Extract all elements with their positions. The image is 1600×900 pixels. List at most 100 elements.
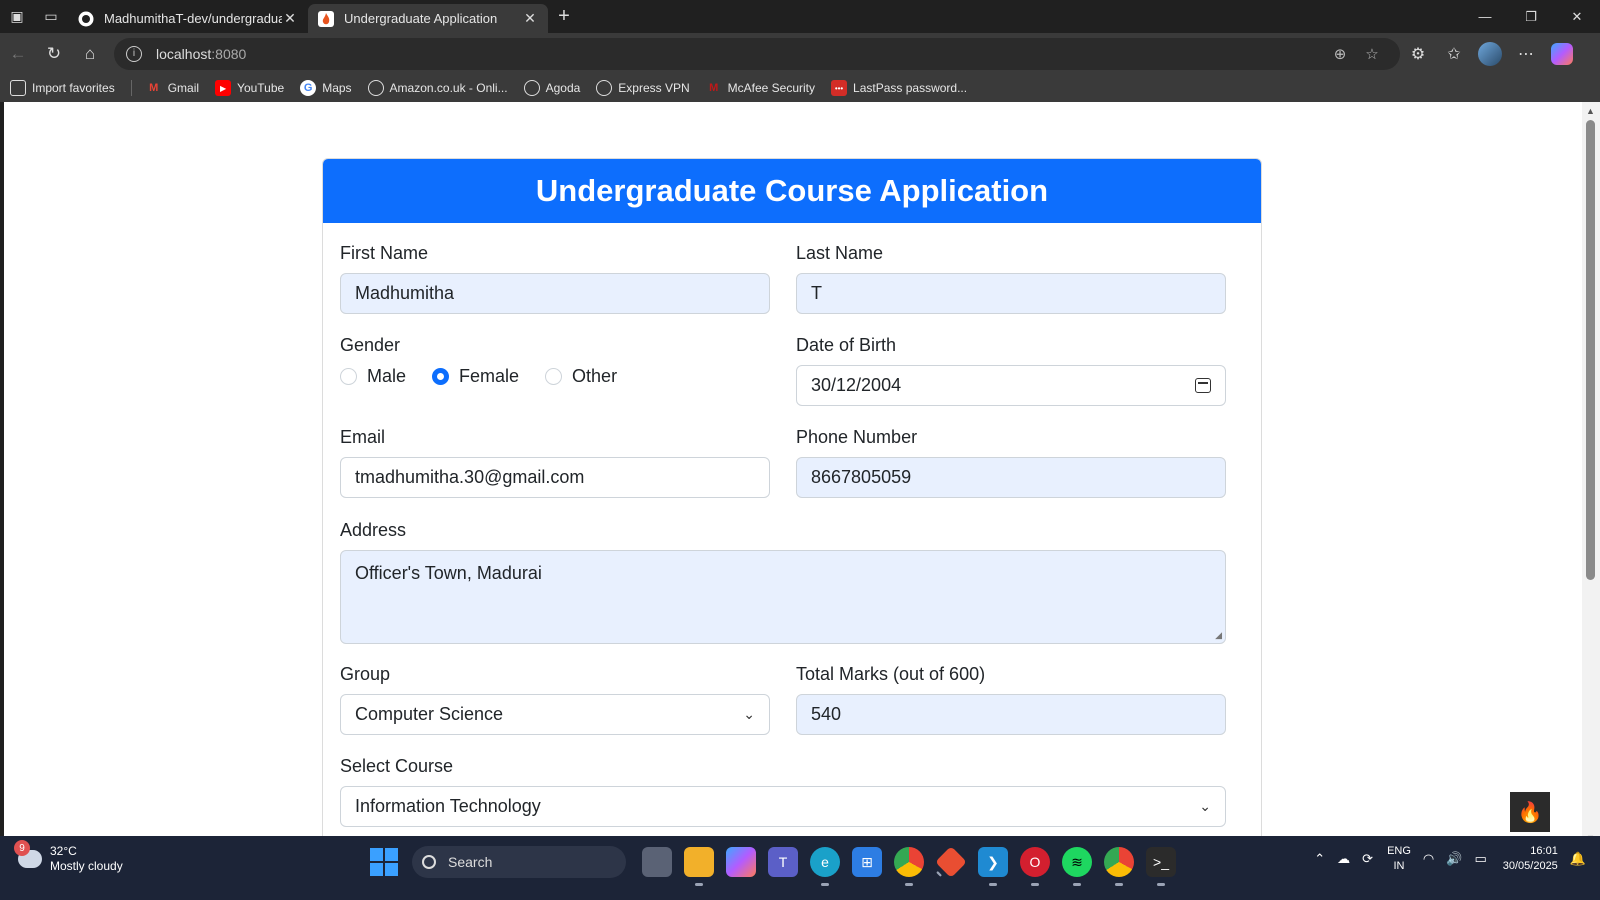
tab-github[interactable]: MadhumithaT-dev/undergraduat ✕ [68, 4, 308, 33]
battery-icon[interactable]: ▭ [1474, 851, 1486, 867]
file-explorer-icon[interactable] [684, 847, 714, 886]
dob-input[interactable]: 30/12/2004 [796, 365, 1226, 406]
address-label: Address [340, 520, 407, 540]
scroll-up-icon[interactable]: ▲ [1586, 106, 1595, 116]
onedrive-icon[interactable]: ☁ [1337, 851, 1350, 867]
globe-icon [367, 80, 384, 96]
extensions-icon[interactable]: ⚙ [1400, 36, 1436, 72]
globe-icon [523, 80, 540, 96]
form-title: Undergraduate Course Application [323, 159, 1261, 223]
close-tab-icon[interactable]: ✕ [522, 10, 538, 27]
email-input[interactable]: tmadhumitha.30@gmail.com [340, 457, 770, 498]
favorite-youtube[interactable]: ▶ YouTube [215, 80, 284, 96]
tab-title: Undergraduate Application [344, 11, 498, 26]
gender-female-radio[interactable]: Female [432, 366, 519, 387]
chevron-down-icon: ⌄ [743, 706, 755, 722]
chrome-profile-icon[interactable] [1104, 847, 1134, 886]
google-icon: G [300, 80, 317, 96]
dob-label: Date of Birth [796, 335, 897, 355]
home-button[interactable]: ⌂ [72, 36, 108, 72]
tab-actions-icon[interactable]: ▭ [34, 0, 68, 33]
lastpass-icon: ••• [831, 80, 848, 96]
vscode-icon[interactable]: ❯ [978, 847, 1008, 886]
radio-button[interactable] [340, 368, 357, 385]
course-select[interactable]: Information Technology ⌄ [340, 786, 1226, 827]
terminal-icon[interactable]: >_ [1146, 847, 1176, 886]
favorites-icon[interactable]: ✩ [1436, 36, 1472, 72]
address-value: Officer's Town, Madurai [355, 563, 542, 583]
favorite-agoda[interactable]: Agoda [523, 80, 580, 96]
close-tab-icon[interactable]: ✕ [282, 10, 298, 27]
gender-radio-group: Male Female Other [340, 366, 770, 387]
refresh-button[interactable]: ↻ [36, 36, 72, 72]
language-indicator[interactable]: ENG IN [1387, 844, 1411, 874]
gender-other-radio[interactable]: Other [545, 366, 617, 387]
edge-icon[interactable]: e [810, 847, 840, 886]
radio-button-checked[interactable] [432, 368, 450, 385]
total-marks-input[interactable]: 540 [796, 694, 1226, 735]
calendar-icon[interactable] [1195, 378, 1211, 393]
spotify-icon[interactable]: ≋ [1062, 847, 1092, 886]
restore-icon[interactable]: ❐ [1508, 0, 1554, 33]
tab-title: MadhumithaT-dev/undergraduat [104, 11, 282, 26]
teams-icon[interactable]: T [768, 847, 798, 877]
start-button[interactable] [370, 848, 398, 876]
divider [130, 80, 132, 96]
favorite-maps[interactable]: G Maps [300, 80, 352, 96]
favorite-mcafee[interactable]: M McAfee Security [706, 80, 815, 96]
radio-button[interactable] [545, 368, 563, 385]
wifi-icon[interactable]: ◠ [1423, 851, 1434, 867]
zoom-icon[interactable]: ⊕ [1324, 45, 1356, 63]
last-name-input[interactable]: T [796, 273, 1226, 314]
group-select[interactable]: Computer Science ⌄ [340, 694, 770, 735]
search-label: Search [448, 854, 493, 870]
store-icon[interactable]: ⊞ [852, 847, 882, 877]
profile-avatar[interactable] [1472, 36, 1508, 72]
back-button[interactable]: ← [0, 36, 36, 72]
gender-male-radio[interactable]: Male [340, 366, 406, 387]
notification-badge: 9 [14, 840, 30, 856]
first-name-input[interactable]: Madhumitha [340, 273, 770, 314]
favorite-amazon[interactable]: Amazon.co.uk - Onli... [367, 80, 508, 96]
opera-icon[interactable]: O [1020, 847, 1050, 886]
favorite-import[interactable]: Import favorites [10, 80, 115, 96]
chrome-icon[interactable] [894, 847, 924, 886]
sync-icon[interactable]: ⟳ [1362, 851, 1373, 867]
weather-widget[interactable]: 9 32°C Mostly cloudy [14, 840, 123, 874]
address-group: Address Officer's Town, Madurai ◢ [340, 520, 1226, 644]
total-marks-group: Total Marks (out of 600) 540 [796, 664, 1226, 735]
scrollbar-thumb[interactable] [1586, 120, 1595, 580]
floating-fire-icon[interactable]: 🔥 [1510, 792, 1550, 832]
phone-input[interactable]: 8667805059 [796, 457, 1226, 498]
gender-label: Gender [340, 335, 401, 355]
clock[interactable]: 16:01 30/05/2025 [1503, 844, 1558, 874]
taskbar-search[interactable]: Search [412, 846, 626, 878]
site-info-icon[interactable]: i [126, 45, 142, 62]
more-menu-icon[interactable]: ⋯ [1508, 36, 1544, 72]
tab-undergraduate-application[interactable]: Undergraduate Application ✕ [308, 4, 548, 33]
favorite-lastpass[interactable]: ••• LastPass password... [831, 80, 967, 96]
notifications-icon[interactable]: 🔔 [1570, 851, 1586, 867]
weather-temp: 32°C [50, 844, 77, 858]
git-icon[interactable] [935, 846, 967, 878]
minimize-icon[interactable]: — [1462, 0, 1508, 33]
page-scrollbar[interactable]: ▲ ▼ [1582, 102, 1600, 847]
workspaces-icon[interactable]: ▣ [0, 0, 34, 33]
group-value: Computer Science [355, 704, 504, 724]
task-view-icon[interactable] [642, 847, 672, 877]
favorite-star-icon[interactable]: ☆ [1356, 45, 1388, 63]
search-icon [422, 855, 436, 869]
chevron-up-icon[interactable]: ⌃ [1314, 851, 1325, 867]
volume-icon[interactable]: 🔊 [1446, 851, 1462, 867]
new-tab-button[interactable]: + [548, 5, 580, 28]
copilot-app-icon[interactable] [726, 847, 756, 877]
close-window-icon[interactable]: ✕ [1554, 0, 1600, 33]
cloud-icon: 9 [14, 840, 42, 868]
weather-desc: Mostly cloudy [50, 859, 123, 873]
resize-handle-icon[interactable]: ◢ [1215, 630, 1222, 641]
favorite-gmail[interactable]: M Gmail [146, 80, 199, 96]
copilot-icon[interactable] [1544, 36, 1580, 72]
address-bar[interactable]: i localhost:8080 ⊕ ☆ [114, 37, 1400, 70]
favorite-expressvpn[interactable]: Express VPN [596, 80, 690, 96]
address-textarea[interactable]: Officer's Town, Madurai ◢ [340, 550, 1226, 644]
